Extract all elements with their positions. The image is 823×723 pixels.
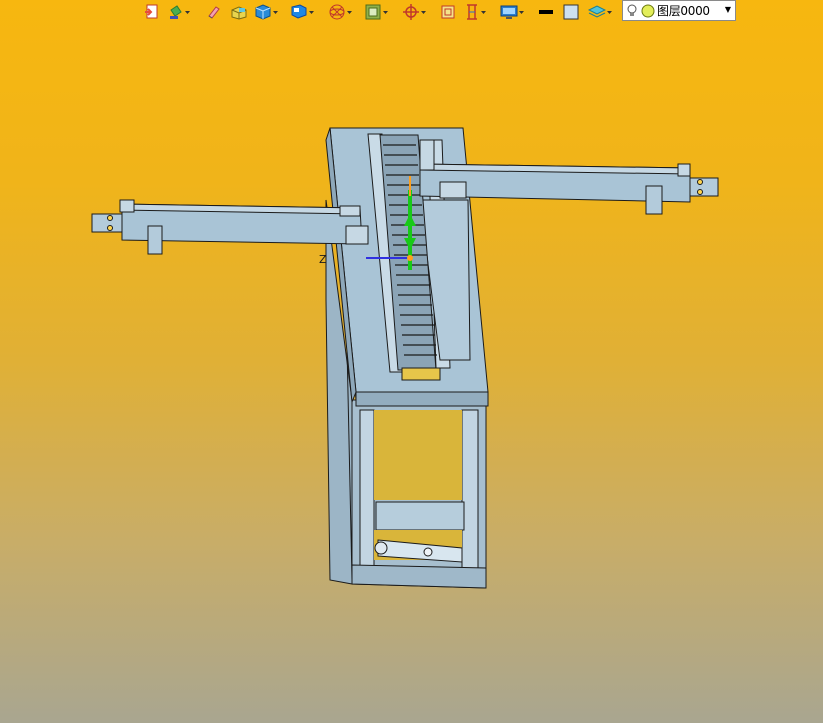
conveyor-model[interactable]: Z bbox=[0, 0, 823, 723]
3d-viewport[interactable]: 图层0000 ▼ Z bbox=[0, 0, 823, 723]
axis-label-z: Z bbox=[319, 253, 327, 266]
